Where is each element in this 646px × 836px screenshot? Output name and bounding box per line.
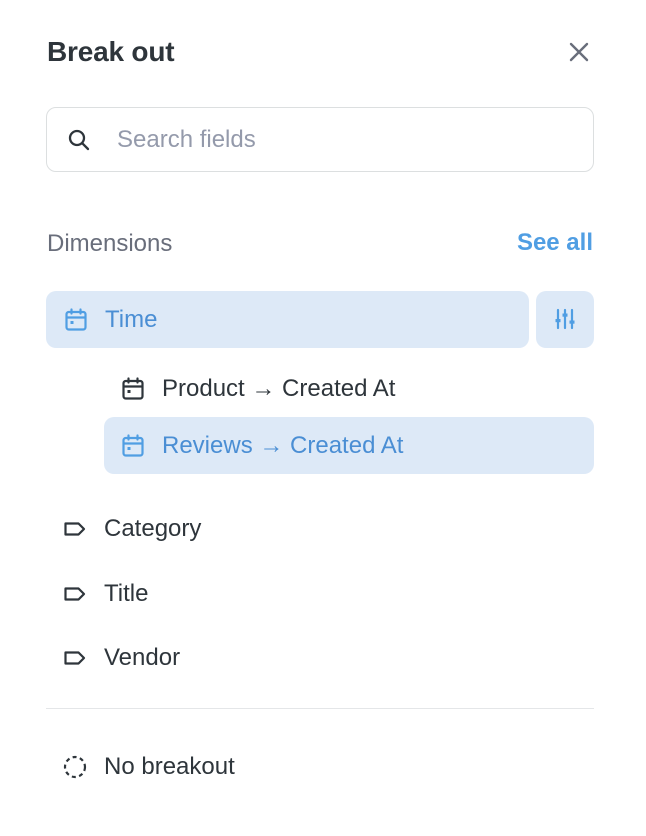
tag-icon bbox=[64, 650, 86, 665]
sliders-icon bbox=[555, 308, 575, 330]
dimension-label: Time bbox=[105, 305, 158, 333]
dashed-circle-icon bbox=[63, 755, 87, 778]
section-label: Dimensions bbox=[47, 230, 173, 257]
divider bbox=[46, 708, 594, 709]
popover-title: Break out bbox=[47, 36, 175, 67]
dimension-label: Vendor bbox=[104, 643, 181, 671]
dimension-label: Product → Created At bbox=[162, 374, 396, 402]
dimension-item-reviews-created-at[interactable]: Reviews → Created At bbox=[104, 417, 594, 474]
close-icon bbox=[569, 42, 589, 62]
dimension-item-category[interactable]: Category bbox=[46, 500, 594, 557]
popover-header: Break out bbox=[47, 30, 593, 78]
calendar-icon bbox=[122, 376, 144, 400]
dimension-item-title[interactable]: Title bbox=[46, 565, 594, 622]
temporal-settings-button[interactable] bbox=[536, 291, 594, 348]
dimension-label: Title bbox=[104, 579, 149, 607]
no-breakout-item[interactable]: No breakout bbox=[46, 738, 594, 795]
dimension-item-time[interactable]: Time bbox=[46, 291, 529, 348]
calendar-icon bbox=[122, 433, 144, 457]
calendar-icon bbox=[65, 307, 87, 331]
dimension-item-product-created-at[interactable]: Product → Created At bbox=[104, 360, 594, 417]
see-all-link[interactable]: See all bbox=[517, 229, 593, 257]
dimension-label: Reviews → Created At bbox=[162, 431, 404, 459]
breakout-popover: Break out Dimensions See all Time bbox=[0, 0, 646, 836]
dimensions-section-header: Dimensions See all bbox=[47, 226, 593, 262]
close-button[interactable] bbox=[565, 38, 593, 66]
search-icon bbox=[68, 129, 90, 151]
no-breakout-label: No breakout bbox=[104, 752, 235, 780]
tag-icon bbox=[64, 521, 86, 536]
search-box bbox=[46, 107, 594, 172]
tag-icon bbox=[64, 586, 86, 601]
search-input[interactable] bbox=[117, 108, 577, 171]
dimension-label: Category bbox=[104, 514, 202, 542]
dimension-item-vendor[interactable]: Vendor bbox=[46, 629, 594, 686]
